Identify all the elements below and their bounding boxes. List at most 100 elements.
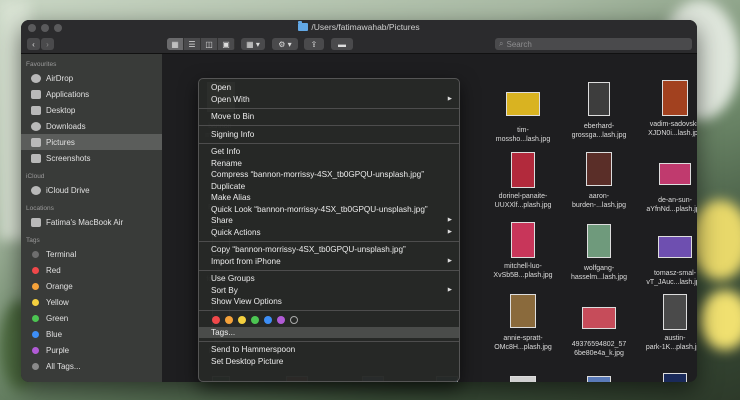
menu-item-set-desktop-picture[interactable]: Set Desktop Picture bbox=[199, 356, 459, 368]
menu-item-quick-look[interactable]: Quick Look “bannon-morrissy-4SX_tb0GPQU-… bbox=[199, 204, 459, 216]
file-name-label[interactable]: tim-mossho...lash.jpg bbox=[488, 126, 558, 144]
sidebar-tag-all-tags[interactable]: All Tags... bbox=[21, 358, 162, 374]
sidebar-item-pictures[interactable]: Pictures bbox=[21, 134, 162, 150]
list-view-button[interactable]: ☰ bbox=[184, 38, 201, 50]
search-input[interactable] bbox=[506, 39, 677, 49]
file-name-line: 6be80e4a_k.jpg bbox=[574, 350, 624, 357]
share-button[interactable]: ⇪ bbox=[304, 38, 324, 50]
tag-color-none[interactable] bbox=[290, 316, 298, 324]
menu-item-open-with[interactable]: Open With bbox=[199, 94, 459, 106]
sidebar-item-macbook[interactable]: Fatima's MacBook Air bbox=[21, 214, 162, 230]
sidebar-tag-green[interactable]: Green bbox=[21, 310, 162, 326]
menu-item-duplicate[interactable]: Duplicate bbox=[199, 181, 459, 193]
file-name-label[interactable]: dorinel-panaite- UUXXlf...plash.jpg bbox=[488, 192, 558, 210]
file-name-label[interactable]: vadim-sadovski- XJDN0i...lash.jpg bbox=[640, 120, 697, 138]
menu-item-copy[interactable]: Copy “bannon-morrissy-4SX_tb0GPQU-unspla… bbox=[199, 244, 459, 256]
menu-item-import-from-iphone[interactable]: Import from iPhone bbox=[199, 256, 459, 268]
group-button[interactable]: ▦ ▾ bbox=[241, 38, 265, 50]
action-button[interactable]: ⚙ ▾ bbox=[272, 38, 298, 50]
file-name-line: hasselm...lash.jpg bbox=[570, 274, 628, 281]
file-name-label[interactable]: austin-park-1K...plash.jpg bbox=[640, 334, 697, 352]
file-thumbnail[interactable] bbox=[588, 82, 610, 116]
sidebar-tag-purple[interactable]: Purple bbox=[21, 342, 162, 358]
file-thumbnail[interactable] bbox=[586, 152, 612, 186]
sidebar-section-tags: Tags bbox=[26, 237, 40, 244]
sidebar-item-label: AirDrop bbox=[46, 73, 74, 83]
sidebar-section-favourites: Favourites bbox=[26, 61, 57, 68]
file-thumbnail[interactable] bbox=[587, 376, 611, 382]
file-name-label[interactable]: wolfgang-hasselm...lash.jpg bbox=[564, 264, 634, 282]
menu-item-get-info[interactable]: Get Info bbox=[199, 146, 459, 158]
sidebar-tag-red[interactable]: Red bbox=[21, 262, 162, 278]
column-view-button[interactable]: ◫ bbox=[201, 38, 218, 50]
sidebar-item-label: Green bbox=[46, 313, 69, 323]
menu-separator bbox=[199, 240, 459, 242]
file-name-label[interactable]: tomasz-smal-vT_JAuc...lash.jpg bbox=[640, 269, 697, 287]
file-name-label[interactable]: de-an-sun-aYfnNd...plash.jpg bbox=[640, 196, 697, 214]
back-button[interactable]: ‹ bbox=[27, 38, 40, 50]
sidebar-item-desktop[interactable]: Desktop bbox=[21, 102, 162, 118]
file-name-line: mitchell-luo- bbox=[504, 263, 542, 270]
menu-item-open[interactable]: Open bbox=[199, 82, 459, 94]
menu-item-tags[interactable]: Tags... bbox=[199, 326, 459, 338]
file-name-label[interactable]: eberhard-grossga...lash.jpg bbox=[564, 122, 634, 140]
sidebar-item-label: Desktop bbox=[46, 105, 76, 115]
file-thumbnail[interactable] bbox=[582, 307, 616, 329]
menu-item-move-to-bin[interactable]: Move to Bin bbox=[199, 111, 459, 123]
sidebar-item-screenshots[interactable]: Screenshots bbox=[21, 150, 162, 166]
menu-item-share[interactable]: Share bbox=[199, 215, 459, 227]
file-thumbnail[interactable] bbox=[511, 222, 535, 258]
file-name-label[interactable]: annie-spratt- OMc8H...plash.jpg bbox=[488, 334, 558, 352]
gallery-view-button[interactable]: ▣ bbox=[218, 38, 235, 50]
menu-item-quick-actions[interactable]: Quick Actions bbox=[199, 227, 459, 239]
tag-color-icon bbox=[32, 282, 39, 290]
file-thumbnail[interactable] bbox=[510, 376, 536, 382]
file-name-line: park-1K...plash.jpg bbox=[645, 344, 697, 351]
menu-separator bbox=[199, 269, 459, 271]
file-thumbnail[interactable] bbox=[511, 152, 535, 188]
sidebar-item-label: Screenshots bbox=[46, 153, 91, 163]
sidebar-item-icloud-drive[interactable]: iCloud Drive bbox=[21, 182, 162, 198]
file-thumbnail[interactable] bbox=[663, 294, 687, 330]
menu-item-send-to-hammerspoon[interactable]: Send to Hammerspoon bbox=[199, 344, 459, 356]
search-field[interactable]: ⌕ bbox=[495, 38, 692, 50]
file-thumbnail[interactable] bbox=[587, 224, 611, 258]
file-thumbnail[interactable] bbox=[506, 92, 540, 116]
file-thumbnail[interactable] bbox=[658, 236, 692, 258]
sidebar-item-applications[interactable]: Applications bbox=[21, 86, 162, 102]
file-name-line: dorinel-panaite- bbox=[498, 193, 548, 200]
menu-item-use-groups[interactable]: Use Groups bbox=[199, 273, 459, 285]
file-name-label[interactable]: 49376594802_57 6be80e4a_k.jpg bbox=[564, 340, 634, 358]
file-thumbnail[interactable] bbox=[662, 80, 688, 116]
sidebar-tag-blue[interactable]: Blue bbox=[21, 326, 162, 342]
pictures-icon bbox=[31, 137, 41, 147]
file-name-label[interactable]: mitchell-luo- XvSb5B...plash.jpg bbox=[488, 262, 558, 280]
menu-item-make-alias[interactable]: Make Alias bbox=[199, 192, 459, 204]
sidebar-item-label: Fatima's MacBook Air bbox=[46, 217, 124, 227]
file-thumbnail[interactable] bbox=[663, 373, 687, 382]
file-name-label[interactable]: aaron-burden-...lash.jpg bbox=[564, 192, 634, 210]
menu-item-signing-info[interactable]: Signing Info bbox=[199, 129, 459, 141]
menu-item-compress[interactable]: Compress “bannon-morrissy-4SX_tb0GPQU-un… bbox=[199, 169, 459, 181]
menu-item-show-view-options[interactable]: Show View Options bbox=[199, 296, 459, 308]
menu-item-sort-by[interactable]: Sort By bbox=[199, 285, 459, 297]
forward-button[interactable]: › bbox=[41, 38, 54, 50]
tag-color-dot[interactable] bbox=[277, 316, 285, 324]
sidebar-tag-terminal[interactable]: Terminal bbox=[21, 246, 162, 262]
icon-view-button[interactable]: ▦ bbox=[167, 38, 184, 50]
tag-color-dot[interactable] bbox=[238, 316, 246, 324]
menu-separator bbox=[199, 310, 459, 311]
tag-color-dot[interactable] bbox=[212, 316, 220, 324]
file-thumbnail[interactable] bbox=[510, 294, 536, 328]
sidebar-item-downloads[interactable]: Downloads bbox=[21, 118, 162, 134]
sidebar-tag-orange[interactable]: Orange bbox=[21, 278, 162, 294]
file-thumbnail[interactable] bbox=[659, 163, 691, 185]
menu-item-rename[interactable]: Rename bbox=[199, 158, 459, 170]
tag-button[interactable]: ▬ bbox=[331, 38, 353, 50]
sidebar-item-airdrop[interactable]: AirDrop bbox=[21, 70, 162, 86]
tag-color-dot[interactable] bbox=[251, 316, 259, 324]
sidebar-tag-yellow[interactable]: Yellow bbox=[21, 294, 162, 310]
tag-color-dot[interactable] bbox=[264, 316, 272, 324]
context-menu: Open Open With Move to Bin Signing Info … bbox=[198, 78, 460, 382]
tag-color-dot[interactable] bbox=[225, 316, 233, 324]
